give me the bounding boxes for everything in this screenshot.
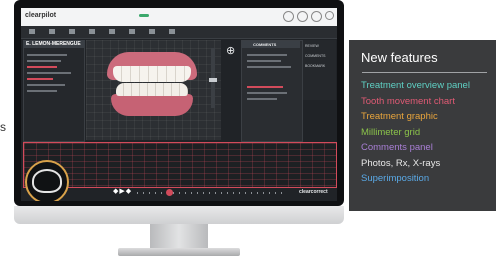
- top-bar: clearpilot: [21, 8, 337, 26]
- tool-icon[interactable]: [149, 29, 155, 34]
- text-line: [27, 54, 67, 56]
- tool-icon[interactable]: [49, 29, 55, 34]
- lower-gum: [111, 94, 193, 116]
- timeline[interactable]: [137, 192, 287, 194]
- split-view-icon[interactable]: ⊕: [226, 44, 235, 57]
- feature-item: Treatment graphic: [361, 111, 438, 122]
- text-line: [27, 66, 57, 68]
- tool-icon[interactable]: [169, 29, 175, 34]
- features-panel: [349, 40, 496, 211]
- patient-name: E. LEMON-MERENGUE: [26, 41, 81, 47]
- text-line: [247, 98, 277, 100]
- playback-controls[interactable]: ◆▶◆: [113, 187, 132, 195]
- comments-title: COMMENTS: [253, 42, 277, 47]
- text-line: [247, 54, 287, 56]
- arch-icon: [32, 169, 62, 193]
- feature-item: Tooth movement chart: [361, 95, 455, 107]
- help-icon[interactable]: [311, 11, 322, 22]
- feature-item: Millimeter grid: [361, 126, 421, 138]
- menu-item-review[interactable]: REVIEW: [305, 44, 319, 48]
- text-line: [247, 92, 287, 94]
- text-line: [27, 78, 53, 80]
- timeline-handle[interactable]: [166, 189, 173, 196]
- side-menu: [303, 40, 336, 100]
- feature-item: Superimposition: [361, 173, 430, 184]
- monitor-chin: [14, 206, 344, 224]
- text-line: [247, 86, 283, 88]
- user-icon[interactable]: [283, 11, 294, 22]
- status-indicator: [139, 14, 149, 17]
- settings-icon[interactable]: [297, 11, 308, 22]
- text-line: [27, 72, 71, 74]
- partial-text: s: [0, 120, 6, 134]
- menu-item-comments[interactable]: COMMENTS: [305, 54, 325, 58]
- feature-item: Comments panel: [361, 142, 433, 153]
- text-line: [27, 90, 57, 92]
- features-title: New features: [361, 50, 438, 65]
- upper-teeth: [113, 66, 191, 82]
- divider: [362, 72, 487, 73]
- text-line: [247, 60, 281, 62]
- menu-item-bookmark[interactable]: BOOKMARK: [305, 64, 325, 68]
- app-logo: clearpilot: [25, 12, 57, 19]
- monitor-stand: [150, 224, 208, 250]
- feature-item: Treatment overview panel: [361, 80, 470, 91]
- tool-icon[interactable]: [29, 29, 35, 34]
- monitor-base: [118, 248, 240, 256]
- brand-logo: clearcorrect: [299, 189, 328, 195]
- slider-handle[interactable]: [209, 78, 217, 82]
- text-line: [247, 66, 291, 68]
- lower-teeth: [116, 83, 188, 96]
- feature-item: Photos, Rx, X-rays: [361, 157, 441, 169]
- close-icon[interactable]: [325, 11, 334, 20]
- text-line: [27, 60, 61, 62]
- tool-icon[interactable]: [69, 29, 75, 34]
- tool-icon[interactable]: [109, 29, 115, 34]
- app-screen: clearpilot E. LEMON-MERENGUE ⊕ COMMENTS …: [21, 8, 337, 201]
- text-line: [27, 84, 65, 86]
- tool-icon[interactable]: [89, 29, 95, 34]
- tooth-movement-chart: [23, 142, 337, 188]
- tool-icon[interactable]: [129, 29, 135, 34]
